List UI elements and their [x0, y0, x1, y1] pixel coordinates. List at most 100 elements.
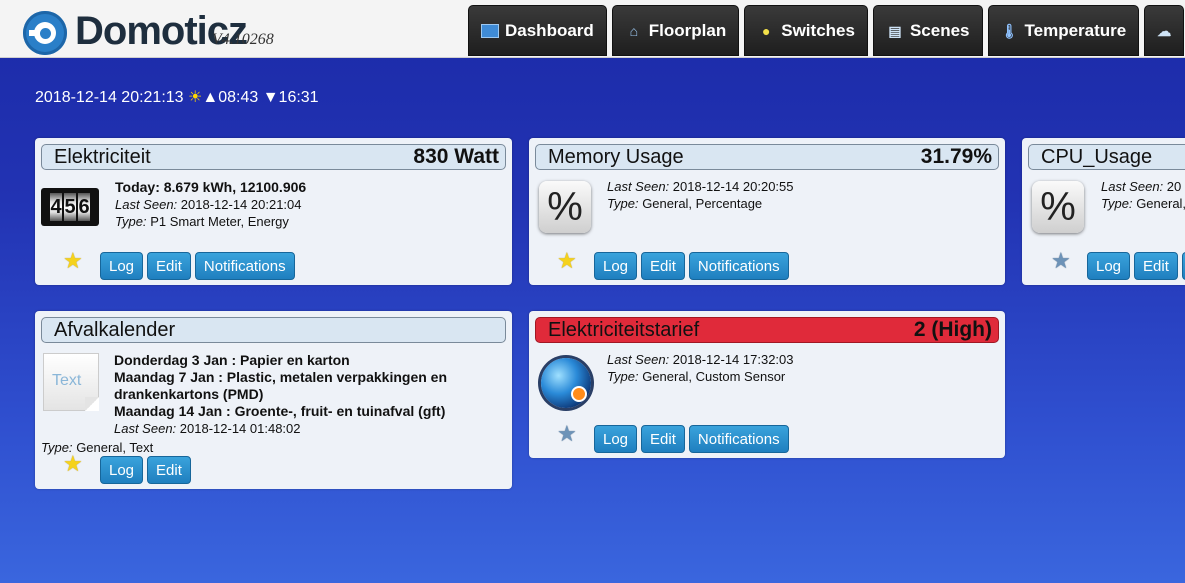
- type-value: General, Custom Sensor: [642, 369, 786, 384]
- type-value: General,: [1136, 196, 1185, 211]
- last-seen-label: Last Seen:: [1101, 179, 1164, 194]
- device-type: Type: General, Text: [41, 439, 153, 456]
- sun-icon: ☀: [188, 89, 203, 106]
- lightbulb-icon: ●: [762, 22, 771, 39]
- waste-schedule-line: Maandag 7 Jan : Plastic, metalen verpakk…: [114, 369, 448, 402]
- nav-switches[interactable]: ● Switches: [744, 5, 868, 56]
- last-seen-label: Last Seen:: [115, 197, 178, 212]
- card-header: Elektriciteitstarief 2 (High): [535, 317, 999, 343]
- last-seen-value: 2018-12-14 20:21:04: [180, 197, 302, 212]
- device-name: CPU_Usage: [1041, 145, 1153, 168]
- percentage-icon[interactable]: %: [539, 181, 591, 233]
- log-button[interactable]: Log: [594, 252, 638, 280]
- current-datetime: 2018-12-14 20:21:13: [35, 89, 184, 106]
- device-name: Elektriciteit: [54, 145, 151, 168]
- device-card-memory-usage: Memory Usage 31.79% % Last Seen: 2018-12…: [529, 138, 1005, 285]
- device-name: Memory Usage: [548, 145, 684, 168]
- domoticz-logo-icon[interactable]: [23, 11, 67, 55]
- app-version: V4.10268: [212, 31, 274, 48]
- edit-button[interactable]: Edit: [1134, 252, 1178, 280]
- clapperboard-icon: ▤: [888, 22, 902, 39]
- card-header: Afvalkalender: [41, 317, 506, 343]
- card-actions: Log Edit Notifications: [100, 252, 295, 280]
- edit-button[interactable]: Edit: [641, 425, 685, 453]
- percentage-icon[interactable]: %: [1032, 181, 1084, 233]
- nav-temperature[interactable]: 🌡 Temperature: [987, 5, 1140, 56]
- energy-meter-icon[interactable]: 4 5 6: [41, 188, 99, 226]
- meter-digit: 6: [78, 193, 90, 221]
- card-actions: Log Edit: [1087, 252, 1185, 280]
- last-seen-value: 2018-12-14 01:48:02: [179, 421, 301, 436]
- thermometer-icon: 🌡: [1000, 22, 1019, 39]
- log-button[interactable]: Log: [100, 456, 144, 484]
- type-value: General, Percentage: [642, 196, 763, 211]
- card-actions: Log Edit Notifications: [594, 252, 789, 280]
- favorite-star-icon[interactable]: ★: [557, 423, 577, 445]
- favorite-star-icon[interactable]: ★: [1051, 250, 1071, 272]
- weather-icon: ☁: [1157, 22, 1172, 39]
- device-value: 830 Watt: [413, 145, 499, 168]
- device-name: Elektriciteitstarief: [548, 318, 700, 341]
- favorite-star-icon[interactable]: ★: [557, 250, 577, 272]
- card-actions: Log Edit: [100, 456, 191, 484]
- device-card-elektriciteit: Elektriciteit 830 Watt 4 5 6 Today: 8.67…: [35, 138, 512, 285]
- device-info: Last Seen: 2018-12-14 17:32:03 Type: Gen…: [607, 351, 794, 385]
- device-name: Afvalkalender: [54, 318, 176, 341]
- nav-weather[interactable]: ☁: [1144, 5, 1185, 56]
- nav-floorplan[interactable]: ⌂ Floorplan: [611, 5, 740, 56]
- device-info: Last Seen: 20 Type: General,: [1101, 178, 1185, 212]
- type-value: General, Text: [76, 440, 154, 455]
- custom-sensor-globe-icon[interactable]: [541, 358, 591, 408]
- last-seen-label: Last Seen:: [607, 179, 670, 194]
- device-card-afvalkalender: Afvalkalender Text Donderdag 3 Jan : Pap…: [35, 311, 512, 489]
- edit-button[interactable]: Edit: [641, 252, 685, 280]
- nav-dashboard-label: Dashboard: [505, 20, 594, 40]
- type-label: Type:: [115, 214, 147, 229]
- device-card-cpu-usage: CPU_Usage % Last Seen: 20 Type: General,…: [1022, 138, 1185, 285]
- log-button[interactable]: Log: [100, 252, 144, 280]
- house-icon: ⌂: [629, 22, 639, 39]
- edit-button[interactable]: Edit: [147, 252, 191, 280]
- card-header: CPU_Usage: [1028, 144, 1185, 170]
- sunset-time: ▼16:31: [262, 89, 319, 106]
- log-button[interactable]: Log: [594, 425, 638, 453]
- notifications-button[interactable]: Notifications: [688, 252, 789, 280]
- last-seen-value: 2018-12-14 17:32:03: [672, 352, 794, 367]
- device-info: Last Seen: 2018-12-14 20:20:55 Type: Gen…: [607, 178, 794, 212]
- last-seen-label: Last Seen:: [114, 421, 177, 436]
- nav-switches-label: Switches: [781, 20, 855, 40]
- device-value: 31.79%: [920, 145, 992, 168]
- last-seen-value: 2018-12-14 20:20:55: [672, 179, 794, 194]
- type-label: Type:: [607, 369, 639, 384]
- type-value: P1 Smart Meter, Energy: [150, 214, 289, 229]
- notifications-button[interactable]: Notifications: [194, 252, 295, 280]
- device-value: 2 (High): [913, 318, 992, 341]
- text-document-icon[interactable]: Text: [43, 353, 99, 411]
- type-label: Type:: [1101, 196, 1133, 211]
- device-card-elektriciteitstarief: Elektriciteitstarief 2 (High) Last Seen:…: [529, 311, 1005, 458]
- dashboard-icon: [481, 23, 499, 38]
- main-nav: Dashboard ⌂ Floorplan ● Switches ▤ Scene…: [468, 5, 1185, 56]
- device-data: Today: 8.679 kWh, 12100.906: [115, 179, 307, 195]
- notifications-button[interactable]: Notifications: [688, 425, 789, 453]
- type-label: Type:: [607, 196, 639, 211]
- card-actions: Log Edit Notifications: [594, 425, 789, 453]
- device-info: Donderdag 3 Jan : Papier en karton Maand…: [114, 352, 494, 437]
- nav-floorplan-label: Floorplan: [648, 20, 727, 40]
- device-info: Today: 8.679 kWh, 12100.906 Last Seen: 2…: [115, 179, 306, 230]
- text-icon-label: Text: [52, 372, 82, 389]
- waste-schedule-line: Maandag 14 Jan : Groente-, fruit- en tui…: [114, 403, 446, 419]
- edit-button[interactable]: Edit: [147, 456, 191, 484]
- nav-scenes[interactable]: ▤ Scenes: [872, 5, 983, 56]
- sunrise-time: ▲08:43: [202, 89, 259, 106]
- card-header: Elektriciteit 830 Watt: [41, 144, 506, 170]
- log-button[interactable]: Log: [1087, 252, 1131, 280]
- meter-digit: 4: [50, 193, 62, 221]
- favorite-star-icon[interactable]: ★: [63, 250, 83, 272]
- nav-dashboard[interactable]: Dashboard: [468, 5, 607, 56]
- meter-digit: 5: [64, 193, 76, 221]
- nav-scenes-label: Scenes: [909, 20, 970, 40]
- favorite-star-icon[interactable]: ★: [63, 453, 83, 475]
- last-seen-value: 20: [1166, 179, 1182, 194]
- card-header: Memory Usage 31.79%: [535, 144, 999, 170]
